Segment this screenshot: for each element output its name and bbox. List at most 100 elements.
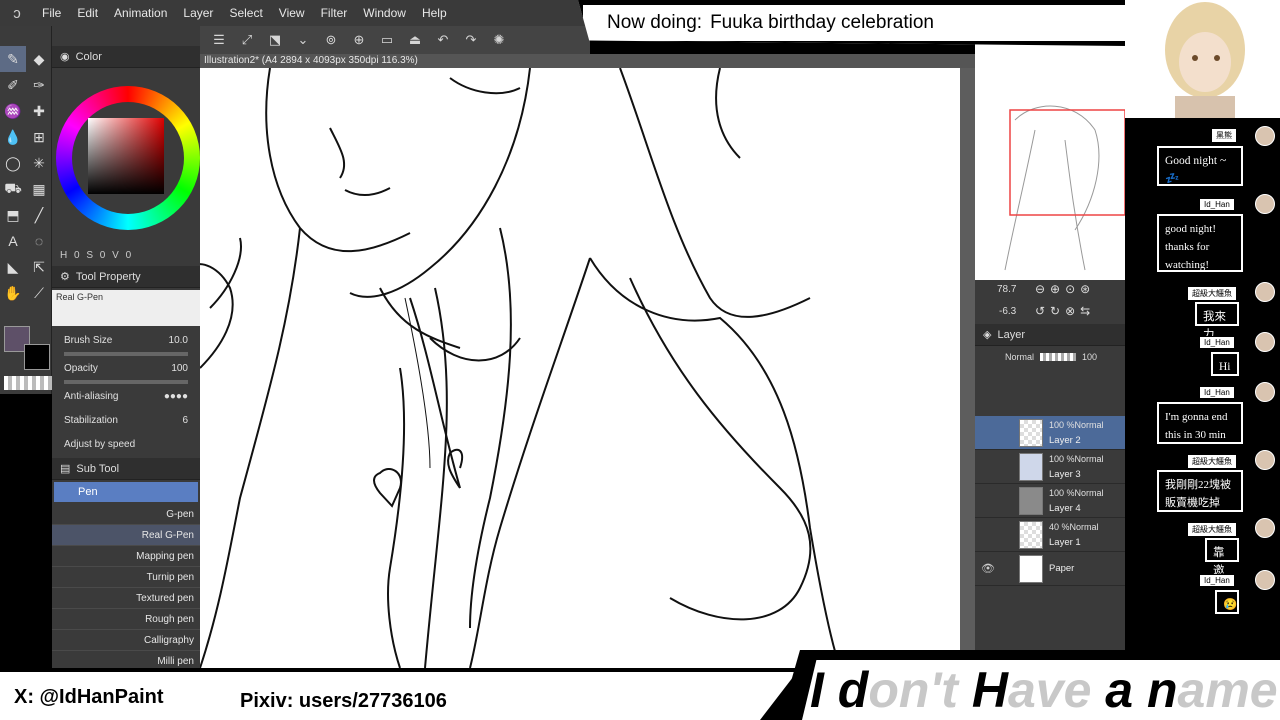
opacity-value[interactable]: 100 [171,363,188,374]
now-doing-label: Now doing: [607,12,703,33]
brush-real-g-pen[interactable]: Real G-Pen [52,525,200,546]
loading-icon[interactable]: ✺ [488,30,510,50]
menu-view[interactable]: View [271,6,313,20]
blend-tool-icon[interactable]: 💧 [0,124,26,150]
layer-stack-icon: ◈ [983,329,992,341]
menubar: ↄ File Edit Animation Layer Select View … [0,0,590,26]
antialiasing-row[interactable]: Anti-aliasing ●●●● [52,384,200,408]
new-file-icon[interactable]: ⊕ [348,30,370,50]
marker-tool-icon[interactable]: ✑ [26,72,52,98]
menu-help[interactable]: Help [414,6,455,20]
color-saturation-square[interactable] [88,118,164,194]
redo-icon[interactable]: ↷ [460,30,482,50]
color-swatches[interactable] [4,326,52,390]
move-tool-icon[interactable]: ✚ [26,98,52,124]
paper-thumbnail [1019,554,1043,583]
correct-line-icon[interactable]: ⇱ [26,254,52,280]
layer-row[interactable]: 👁 Paper [975,552,1125,586]
layer-tab[interactable]: ◈ Layer [975,324,1125,346]
brush-calligraphy[interactable]: Calligraphy [52,630,200,651]
fill-tool-icon[interactable]: ⛟ [0,176,26,202]
layer-row[interactable]: 100 %Normal Layer 3 [975,450,1125,484]
layer-row[interactable]: 40 %Normal Layer 1 [975,518,1125,552]
navigator-rotation[interactable]: -6.3 [999,306,1016,317]
hamburger-icon[interactable]: ☰ [208,30,230,50]
text-tool-icon[interactable]: A [0,228,26,254]
color-tab[interactable]: ◉ Color [52,46,200,68]
pen-tool-icon[interactable]: ✎ [0,46,26,72]
ruler-tool-icon[interactable]: ◣ [0,254,26,280]
zoom-controls-icon[interactable]: ⊖⊕⊙⊛ [1035,282,1095,296]
auto-select-icon[interactable]: ✳ [26,150,52,176]
navigator-zoom[interactable]: 78.7 [997,284,1016,295]
color-hsv-values: H 0 S 0 V 0 [60,250,134,261]
brush-g-pen[interactable]: G-pen [52,504,200,525]
chevron-down-icon[interactable]: ⌄ [292,30,314,50]
airbrush-tool-icon[interactable]: ♒ [0,98,26,124]
layer-row[interactable]: 100 %Normal Layer 4 [975,484,1125,518]
chat-username: Id_Han [1199,198,1235,211]
visibility-eye-icon[interactable]: 👁 [981,562,995,575]
layer-name: Layer 1 [1049,536,1081,548]
transform-icon[interactable]: ⬔ [264,30,286,50]
sub-color-swatch[interactable] [24,344,50,370]
antialiasing-label: Anti-aliasing [64,390,119,402]
line-tool-icon[interactable]: ╱ [26,202,52,228]
lasso-tool-icon[interactable]: ◯ [0,150,26,176]
app-logo-icon[interactable]: ↄ [0,5,34,22]
menu-filter[interactable]: Filter [313,6,356,20]
menu-edit[interactable]: Edit [69,6,106,20]
figure-tool-icon[interactable]: ⬒ [0,202,26,228]
layer-blend-row: Normal 100 [975,346,1125,368]
pencil-tool-icon[interactable]: ✐ [0,72,26,98]
rotate-controls-icon[interactable]: ↺↻⊗⇆ [1035,304,1095,318]
balloon-tool-icon[interactable]: ◌ [26,228,52,254]
chat-username: 超級大鱷魚 [1187,286,1237,301]
layer-opacity: 40 % [1049,521,1070,532]
layer-opacity-value[interactable]: 100 [1082,352,1097,362]
layer-row[interactable]: 100 %Normal Layer 2 [975,416,1125,450]
antialiasing-options-icon[interactable]: ●●●● [164,391,188,402]
open-folder-icon[interactable]: ▭ [376,30,398,50]
canvas-scroll-region[interactable] [960,68,975,668]
grid-tool-icon[interactable]: ⊞ [26,124,52,150]
chat-panel: 黑熊 Good night ~ 💤 Id_Han good night! tha… [1125,118,1280,650]
stabilization-value[interactable]: 6 [182,415,188,426]
fit-canvas-icon[interactable]: ⤢ [236,30,258,50]
stabilization-row[interactable]: Stabilization 6 [52,408,200,432]
blend-mode-select[interactable]: Normal [1005,352,1034,362]
chat-username: 黑熊 [1211,128,1237,143]
drawing-canvas[interactable] [200,68,975,668]
hand-tool-icon[interactable]: ✋ [0,280,26,306]
menu-select[interactable]: Select [221,6,270,20]
menu-window[interactable]: Window [355,6,414,20]
brush-mapping-pen[interactable]: Mapping pen [52,546,200,567]
brush-preset-label: Real G-Pen [56,292,104,302]
brush-size-value[interactable]: 10.0 [169,335,188,346]
chat-message: Hi [1211,352,1239,376]
save-icon[interactable]: ⏏ [404,30,426,50]
brush-rough-pen[interactable]: Rough pen [52,609,200,630]
undo-icon[interactable]: ↶ [432,30,454,50]
adjust-speed-row[interactable]: Adjust by speed [52,432,200,456]
brush-turnip-pen[interactable]: Turnip pen [52,567,200,588]
tool-property-tab[interactable]: ⚙ Tool Property [52,266,200,288]
opacity-row[interactable]: Opacity 100 [52,356,200,380]
brush-size-row[interactable]: Brush Size 10.0 [52,328,200,352]
snap-icon[interactable]: ⊚ [320,30,342,50]
opacity-slider[interactable] [1040,353,1077,361]
menu-file[interactable]: File [34,6,69,20]
eyedropper-tool-icon[interactable]: ⟋ [26,280,52,306]
pen-group-row[interactable]: Pen [54,482,198,502]
transparent-swatch[interactable] [4,376,52,390]
menu-animation[interactable]: Animation [106,6,175,20]
navigator-preview[interactable] [975,30,1125,280]
document-tab[interactable]: Illustration2* (A4 2894 x 4093px 350dpi … [200,54,975,68]
eraser-tool-icon[interactable]: ◆ [26,46,52,72]
layer-opacity: 100 % [1049,487,1075,498]
sub-tool-tab-label: Sub Tool [76,462,120,475]
sub-tool-tab[interactable]: ▤ Sub Tool [52,458,200,480]
brush-textured-pen[interactable]: Textured pen [52,588,200,609]
menu-layer[interactable]: Layer [175,6,221,20]
gradient-tool-icon[interactable]: ▦ [26,176,52,202]
